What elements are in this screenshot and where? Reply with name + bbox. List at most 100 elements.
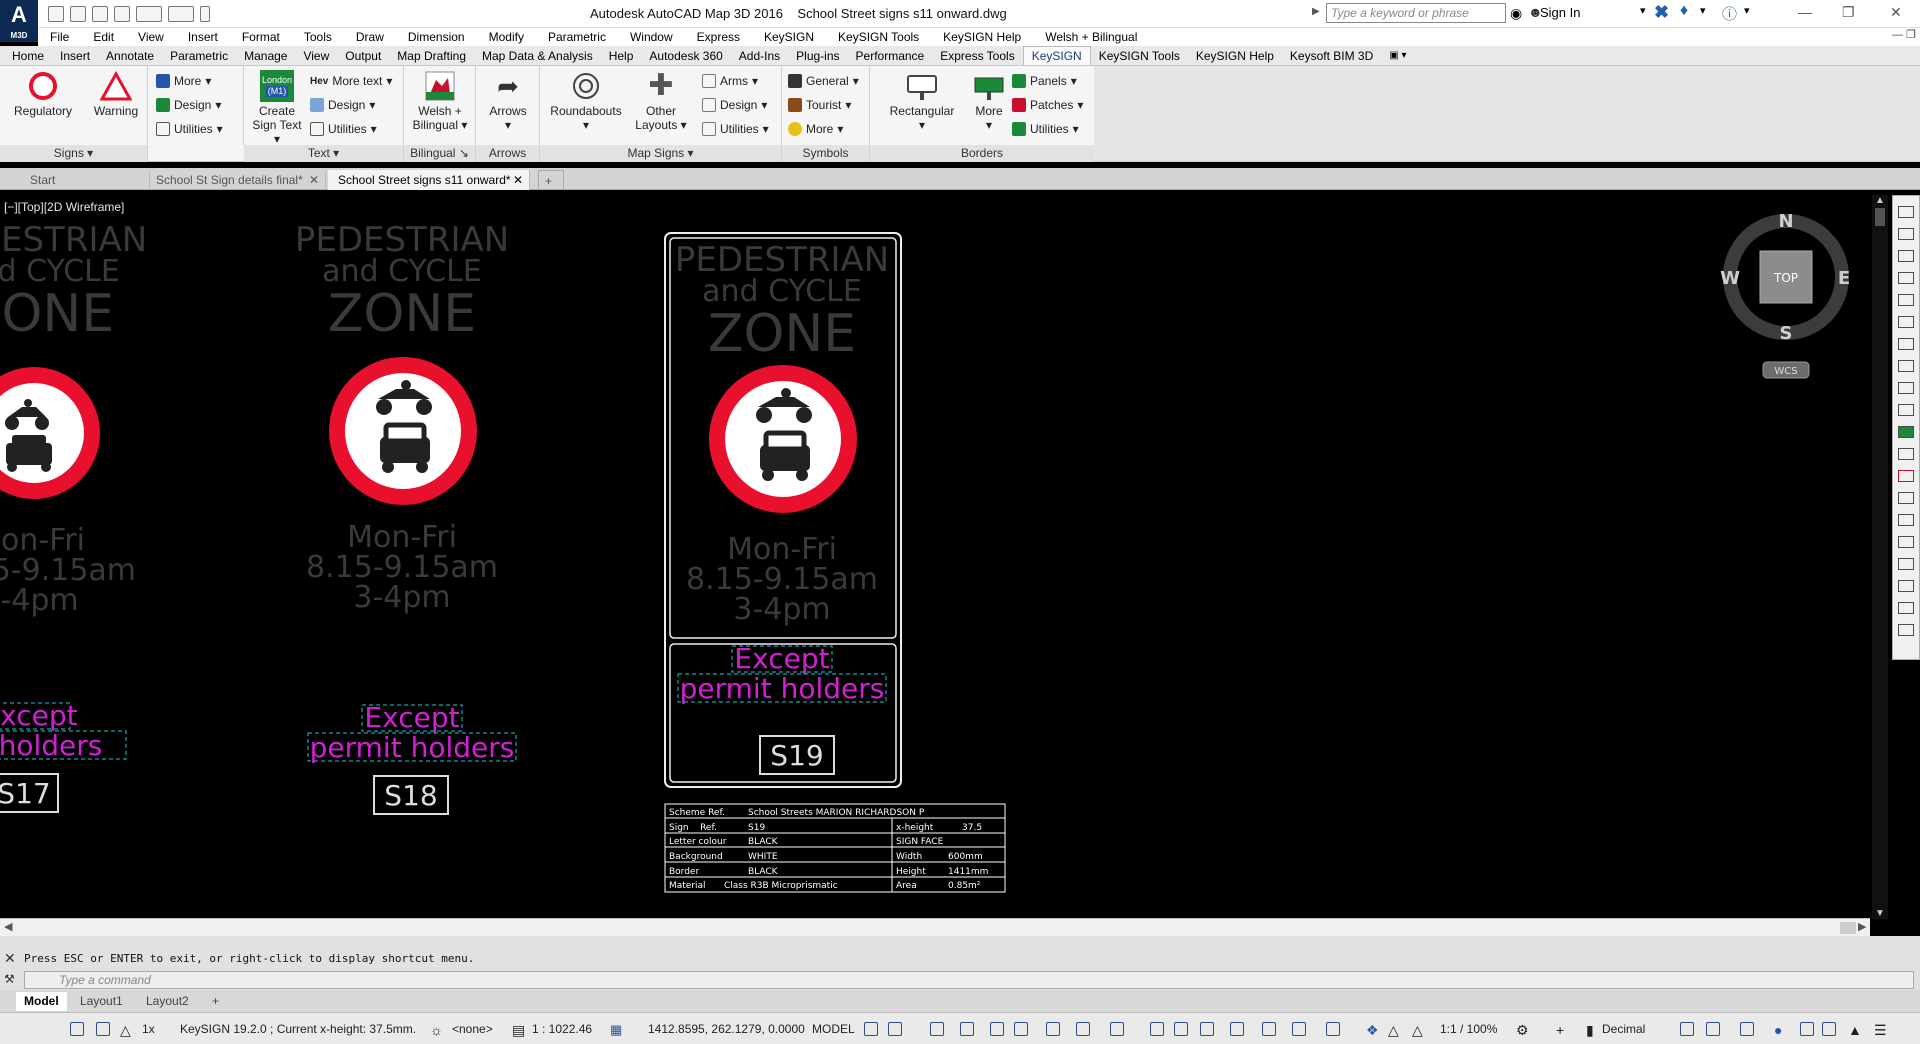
scroll-right-icon[interactable]: ▶ bbox=[1858, 920, 1866, 933]
menu-edit[interactable]: Edit bbox=[81, 30, 126, 44]
panels-button[interactable]: Panels ▾ bbox=[1012, 74, 1077, 88]
scale-icon[interactable]: ▤ bbox=[512, 1022, 525, 1039]
menu-welsh-bilingual[interactable]: Welsh + Bilingual bbox=[1033, 30, 1149, 44]
map-signs-panel-title[interactable]: Map Signs ▾ bbox=[540, 145, 781, 162]
layout-tab-layout2[interactable]: Layout2 bbox=[138, 992, 197, 1011]
tool-12-icon[interactable] bbox=[1898, 448, 1914, 460]
selection-filter-icon[interactable] bbox=[1292, 1022, 1306, 1036]
menu-format[interactable]: Format bbox=[230, 30, 292, 44]
tool-3-icon[interactable] bbox=[1898, 250, 1914, 262]
ribbon-minimize-icon[interactable]: ▣ ▾ bbox=[1381, 46, 1414, 66]
menu-keysign-help[interactable]: KeySIGN Help bbox=[931, 30, 1033, 44]
qat-dropdown-icon[interactable] bbox=[200, 6, 210, 22]
tool-8-icon[interactable] bbox=[1898, 360, 1914, 372]
warning-button[interactable]: Warning bbox=[82, 70, 150, 118]
menu-express[interactable]: Express bbox=[685, 30, 752, 44]
tab-performance[interactable]: Performance bbox=[848, 46, 933, 66]
tab-output[interactable]: Output bbox=[337, 46, 389, 66]
arrows-button[interactable]: ➦ Arrows ▾ bbox=[480, 70, 536, 132]
object-snap-icon[interactable] bbox=[1110, 1022, 1124, 1036]
bilingual-panel-title[interactable]: Bilingual ↘ bbox=[404, 145, 475, 162]
tool-19-icon[interactable] bbox=[1898, 602, 1914, 614]
close-tab-icon[interactable]: ✕ bbox=[309, 170, 319, 190]
tab-help[interactable]: Help bbox=[601, 46, 642, 66]
text-design-button[interactable]: Design ▾ bbox=[310, 98, 375, 112]
tool-1-icon[interactable] bbox=[1898, 206, 1914, 218]
regulatory-button[interactable]: Regulatory bbox=[8, 70, 78, 118]
tab-parametric[interactable]: Parametric bbox=[162, 46, 236, 66]
viewcube[interactable]: TOP N S E W WCS bbox=[1720, 211, 1850, 379]
signs-panel-title[interactable]: Signs ▾ bbox=[0, 145, 147, 162]
tool-6-icon[interactable] bbox=[1898, 316, 1914, 328]
signin-dropdown-icon[interactable]: ▾ bbox=[1640, 4, 1646, 17]
patches-button[interactable]: Patches ▾ bbox=[1012, 98, 1083, 112]
symbols-tourist-button[interactable]: Tourist ▾ bbox=[788, 98, 851, 112]
tool-5-icon[interactable] bbox=[1898, 294, 1914, 306]
model-space-toggle[interactable]: MODEL bbox=[812, 1022, 855, 1036]
map-scale-ratio[interactable]: 1 : 1022.46 bbox=[532, 1022, 592, 1036]
a360-dropdown-icon[interactable]: ▾ bbox=[1700, 4, 1706, 17]
rectangular-button[interactable]: Rectangular ▾ bbox=[882, 70, 962, 132]
tab-keysign-tools[interactable]: KeySIGN Tools bbox=[1091, 46, 1188, 66]
menu-dimension[interactable]: Dimension bbox=[396, 30, 477, 44]
snap-icon[interactable] bbox=[888, 1022, 902, 1036]
layout-tab-layout1[interactable]: Layout1 bbox=[72, 992, 131, 1011]
scale-factor[interactable]: 1x bbox=[142, 1022, 155, 1036]
welsh-bilingual-button[interactable]: Welsh + Bilingual ▾ bbox=[408, 70, 472, 132]
borders-utilities-button[interactable]: Utilities ▾ bbox=[1012, 122, 1079, 136]
save-icon[interactable] bbox=[92, 6, 108, 22]
quick-properties-icon[interactable] bbox=[1680, 1022, 1694, 1036]
menu-keysign-tools[interactable]: KeySIGN Tools bbox=[826, 30, 931, 44]
help-dropdown-icon[interactable]: ▾ bbox=[1744, 4, 1750, 17]
lock-icon[interactable]: ▦ bbox=[610, 1022, 622, 1038]
menu-tools[interactable]: Tools bbox=[292, 30, 344, 44]
cursor-coordinates[interactable]: 1412.8595, 262.1279, 0.0000 bbox=[648, 1022, 805, 1036]
warning-icon[interactable]: ▲ bbox=[1848, 1022, 1862, 1038]
dynamic-ucs-icon[interactable] bbox=[1262, 1022, 1276, 1036]
drawing-canvas[interactable]: [−][Top][2D Wireframe] PEDESTRIAN and CY… bbox=[0, 191, 1870, 919]
graphics-performance-icon[interactable] bbox=[1822, 1022, 1836, 1036]
lock-ui-icon[interactable] bbox=[1706, 1022, 1720, 1036]
tab-add-ins[interactable]: Add-Ins bbox=[731, 46, 788, 66]
tool-20-icon[interactable] bbox=[1898, 624, 1914, 636]
tab-keysoft-bim-3d[interactable]: Keysoft BIM 3D bbox=[1282, 46, 1381, 66]
clean-screen-icon[interactable] bbox=[1800, 1022, 1814, 1036]
redo-icon[interactable] bbox=[168, 6, 194, 22]
tool-9-icon[interactable] bbox=[1898, 382, 1914, 394]
selection-cycling-icon[interactable] bbox=[1200, 1022, 1214, 1036]
print-icon[interactable] bbox=[114, 6, 130, 22]
scroll-up-icon[interactable]: ▲ bbox=[1872, 195, 1888, 206]
sign-s18[interactable]: PEDESTRIAN and CYCLE ZONE Mon-Fri 8.15-9… bbox=[295, 220, 517, 815]
dynamic-input-icon[interactable] bbox=[960, 1022, 974, 1036]
roundabouts-button[interactable]: Roundabouts ▾ bbox=[546, 70, 626, 132]
tool-15-icon[interactable] bbox=[1898, 514, 1914, 526]
search-input[interactable]: Type a keyword or phrase bbox=[1326, 3, 1506, 23]
close-tab-icon[interactable]: ✕ bbox=[513, 170, 523, 190]
app-menu-button[interactable]: A M3D bbox=[0, 0, 38, 42]
search-expand-icon[interactable]: ▶ bbox=[1312, 6, 1320, 17]
doc-tab-start[interactable]: Start bbox=[20, 170, 150, 190]
tool-16-icon[interactable] bbox=[1898, 536, 1914, 548]
symbols-general-button[interactable]: General ▾ bbox=[788, 74, 859, 88]
horizontal-scrollbar[interactable]: ◀ ▶ bbox=[0, 918, 1870, 936]
layout-tab-model[interactable]: Model bbox=[16, 992, 67, 1011]
tab-map-drafting[interactable]: Map Drafting bbox=[389, 46, 474, 66]
vertical-scrollbar[interactable]: ▲ ▼ bbox=[1872, 195, 1888, 919]
arms-button[interactable]: Arms ▾ bbox=[702, 74, 758, 88]
infer-icon[interactable] bbox=[930, 1022, 944, 1036]
close-icon[interactable]: ✕ bbox=[1890, 4, 1902, 21]
tab-insert[interactable]: Insert bbox=[52, 46, 98, 66]
tab-annotate[interactable]: Annotate bbox=[98, 46, 162, 66]
restore-icon[interactable]: ❐ bbox=[1842, 4, 1855, 21]
new-icon[interactable] bbox=[48, 6, 64, 22]
a360-icon[interactable]: ♦ bbox=[1680, 2, 1688, 20]
tab-home[interactable]: Home bbox=[0, 46, 52, 66]
menu-insert[interactable]: Insert bbox=[176, 30, 230, 44]
menu-keysign[interactable]: KeySIGN bbox=[752, 30, 826, 44]
annotation-scale-icon[interactable]: △ bbox=[120, 1022, 131, 1039]
map-utilities-button[interactable]: Utilities ▾ bbox=[702, 122, 769, 136]
compass-n[interactable]: N bbox=[1778, 211, 1793, 232]
tool-14-icon[interactable] bbox=[1898, 492, 1914, 504]
tool-4-icon[interactable] bbox=[1898, 272, 1914, 284]
symbols-more-button[interactable]: More ▾ bbox=[788, 122, 843, 136]
